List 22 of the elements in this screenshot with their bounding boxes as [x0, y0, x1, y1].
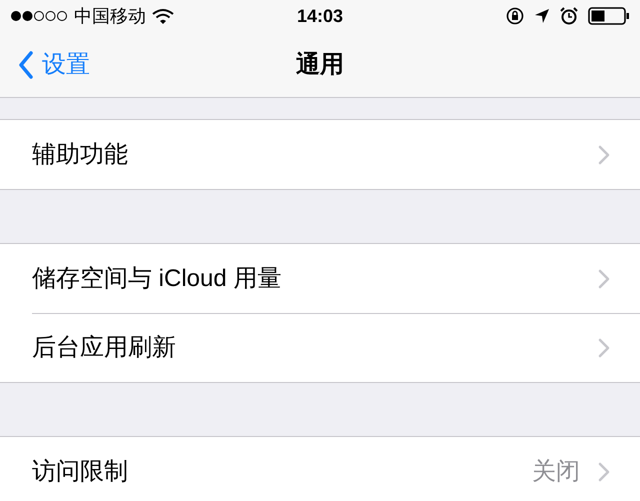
nav-title: 通用 — [296, 50, 344, 80]
row-label: 储存空间与 iCloud 用量 — [32, 264, 282, 294]
battery-icon — [588, 7, 630, 25]
row-label: 后台应用刷新 — [32, 333, 177, 363]
back-button[interactable]: 设置 — [0, 46, 90, 82]
row-label: 访问限制 — [32, 456, 129, 486]
location-icon — [534, 8, 550, 24]
chevron-icon — [598, 462, 610, 482]
settings-row[interactable]: 后台应用刷新 — [32, 313, 640, 382]
chevron-icon — [598, 268, 610, 288]
status-time: 14:03 — [296, 4, 344, 28]
wifi-icon — [152, 8, 174, 24]
carrier-label: 中国移动 — [74, 4, 146, 28]
signal-icon — [10, 10, 68, 22]
rotation-lock-icon — [506, 7, 524, 25]
back-chevron-icon — [18, 50, 34, 78]
chevron-icon — [598, 144, 610, 164]
settings-row[interactable]: 储存空间与 iCloud 用量 — [32, 244, 640, 313]
chevron-icon — [598, 338, 610, 358]
alarm-icon — [560, 7, 578, 25]
row-label: 辅助功能 — [32, 140, 129, 170]
row-value: 关闭 — [532, 456, 580, 486]
